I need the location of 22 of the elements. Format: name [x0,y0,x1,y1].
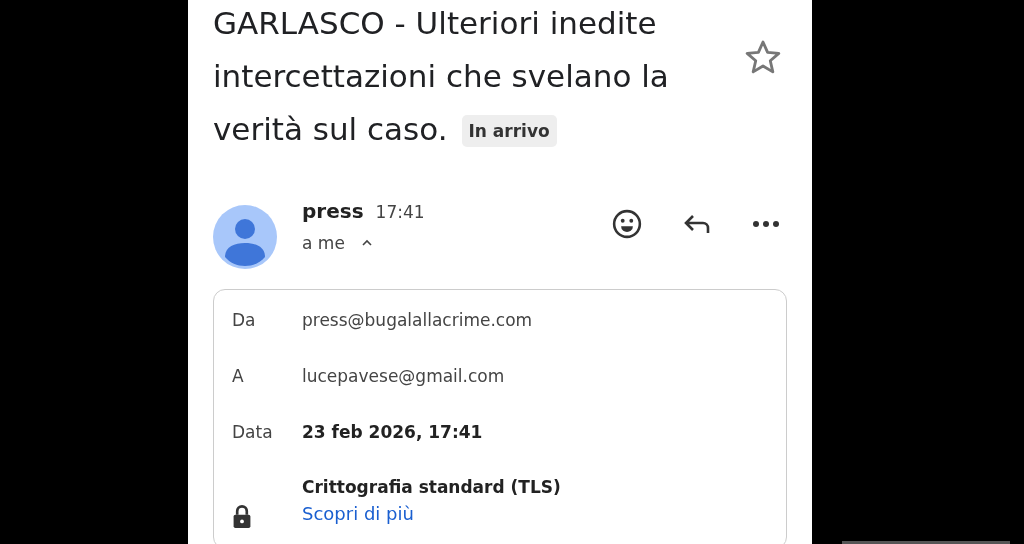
email-subject-line: intercettazioni che svelano la [213,56,669,96]
caret-icon[interactable] [360,239,373,247]
field-label: A [232,366,245,386]
email-subject-line: verità sul caso. [213,109,448,149]
inbox-label[interactable]: In arrivo [461,114,557,147]
field-label: Da [232,310,257,330]
more-icon[interactable] [752,220,780,228]
field-value: lucepavese@gmail.com [302,366,505,386]
star-icon[interactable] [744,38,782,76]
emoji-icon[interactable] [612,209,642,239]
learn-more-link[interactable]: Scopri di più [302,503,561,525]
avatar-icon [213,205,277,269]
sent-time: 17:41 [375,202,425,222]
field-label: Data [232,422,274,442]
sender-name: press [302,199,364,223]
lock-icon [232,504,252,528]
field-value: press@bugalallacrime.com [302,310,533,330]
reply-icon[interactable] [682,212,712,236]
encryption-text: Crittografia standard (TLS) [302,477,561,497]
email-subject-line: GARLASCO - Ulteriori inedite [213,3,657,43]
field-value: 23 feb 2026, 17:41 [302,422,483,442]
recipient-text: a me [302,233,345,253]
